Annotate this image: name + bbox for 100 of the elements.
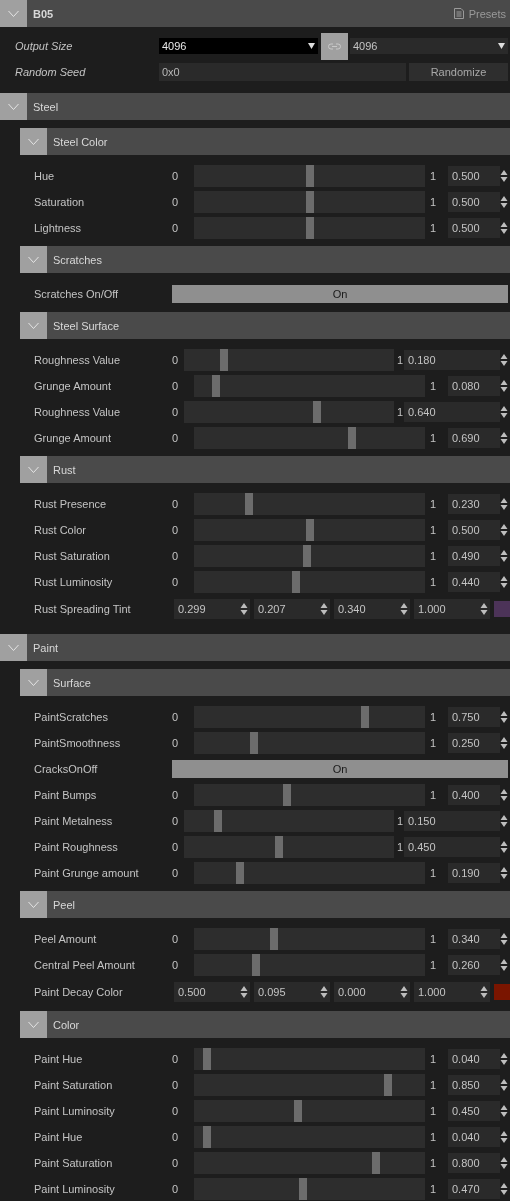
slider-track[interactable] [194, 1048, 425, 1070]
slider-thumb[interactable] [305, 519, 314, 541]
slider-track[interactable] [194, 545, 425, 567]
spinner-icon[interactable] [400, 985, 408, 999]
chevron-down-icon[interactable] [28, 137, 39, 146]
slider-track[interactable] [194, 1100, 425, 1122]
value-field[interactable]: 0.500 [448, 218, 500, 238]
chevron-down-icon[interactable] [28, 900, 39, 909]
slider-thumb[interactable] [292, 571, 301, 593]
slider-thumb[interactable] [202, 1126, 211, 1148]
value-field[interactable]: 0.470 [448, 1179, 500, 1199]
spinner-icon[interactable] [320, 985, 328, 999]
slider-thumb[interactable] [251, 954, 260, 976]
value-field[interactable]: 0.690 [448, 428, 500, 448]
spinner-icon[interactable] [240, 602, 248, 616]
spinner-icon[interactable] [480, 985, 488, 999]
group-header[interactable]: Peel [20, 891, 510, 918]
slider-thumb[interactable] [294, 1100, 303, 1122]
color-swatch[interactable] [494, 601, 510, 617]
slider-thumb[interactable] [245, 493, 254, 515]
value-field[interactable]: 0.450 [404, 837, 500, 857]
slider-thumb[interactable] [313, 401, 322, 423]
slider-thumb[interactable] [298, 1178, 307, 1200]
number-field[interactable]: 1.000 [414, 599, 490, 619]
value-field[interactable]: 0.500 [448, 166, 500, 186]
slider-thumb[interactable] [249, 732, 258, 754]
slider-thumb[interactable] [214, 810, 223, 832]
slider-thumb[interactable] [383, 1074, 392, 1096]
value-field[interactable]: 0.440 [448, 572, 500, 592]
number-field[interactable]: 0.207 [254, 599, 330, 619]
slider-track[interactable] [194, 571, 425, 593]
slider-track[interactable] [184, 401, 394, 423]
toggle-button[interactable]: On [172, 285, 508, 303]
chevron-down-icon[interactable] [8, 9, 19, 18]
slider-thumb[interactable] [303, 545, 312, 567]
number-field[interactable]: 0.299 [174, 599, 250, 619]
group-header[interactable]: Surface [20, 669, 510, 696]
slider-thumb[interactable] [305, 191, 314, 213]
slider-track[interactable] [184, 836, 394, 858]
group-header[interactable]: Steel Surface [20, 312, 510, 339]
group-header[interactable]: Scratches [20, 246, 510, 273]
number-field[interactable]: 0.095 [254, 982, 330, 1002]
value-field[interactable]: 0.180 [404, 350, 500, 370]
slider-track[interactable] [194, 732, 425, 754]
value-field[interactable]: 0.500 [448, 520, 500, 540]
section-header[interactable]: Paint [0, 634, 510, 661]
slider-track[interactable] [194, 1074, 425, 1096]
value-field[interactable]: 0.640 [404, 402, 500, 422]
slider-track[interactable] [194, 191, 425, 213]
spinner-icon[interactable] [240, 985, 248, 999]
chevron-down-icon[interactable] [8, 643, 19, 652]
chevron-down-icon[interactable] [28, 321, 39, 330]
spinner-icon[interactable] [480, 602, 488, 616]
value-field[interactable]: 0.040 [448, 1049, 500, 1069]
chevron-down-icon[interactable] [28, 255, 39, 264]
value-field[interactable]: 0.490 [448, 546, 500, 566]
value-field[interactable]: 0.040 [448, 1127, 500, 1147]
value-field[interactable]: 0.850 [448, 1075, 500, 1095]
value-field[interactable]: 0.150 [404, 811, 500, 831]
value-field[interactable]: 0.800 [448, 1153, 500, 1173]
panel-header[interactable]: B05 Presets [0, 0, 510, 27]
value-field[interactable]: 0.230 [448, 494, 500, 514]
value-field[interactable]: 0.450 [448, 1101, 500, 1121]
slider-track[interactable] [194, 706, 425, 728]
randomize-button[interactable]: Randomize [409, 63, 508, 81]
value-field[interactable]: 0.250 [448, 733, 500, 753]
slider-thumb[interactable] [372, 1152, 381, 1174]
chevron-down-icon[interactable] [28, 1020, 39, 1029]
slider-thumb[interactable] [220, 349, 229, 371]
number-field[interactable]: 0.340 [334, 599, 410, 619]
slider-thumb[interactable] [361, 706, 370, 728]
toggle-button[interactable]: On [172, 760, 508, 778]
value-field[interactable]: 0.500 [448, 192, 500, 212]
number-field[interactable]: 0.500 [174, 982, 250, 1002]
slider-track[interactable] [194, 217, 425, 239]
group-header[interactable]: Rust [20, 456, 510, 483]
group-header[interactable]: Color [20, 1011, 510, 1038]
slider-track[interactable] [194, 784, 425, 806]
value-field[interactable]: 0.190 [448, 863, 500, 883]
slider-track[interactable] [184, 349, 394, 371]
slider-track[interactable] [194, 954, 425, 976]
slider-thumb[interactable] [283, 784, 292, 806]
number-field[interactable]: 1.000 [414, 982, 490, 1002]
value-field[interactable]: 0.260 [448, 955, 500, 975]
slider-track[interactable] [194, 519, 425, 541]
spinner-icon[interactable] [320, 602, 328, 616]
spinner-icon[interactable] [400, 602, 408, 616]
slider-track[interactable] [194, 1152, 425, 1174]
slider-thumb[interactable] [305, 217, 314, 239]
value-field[interactable]: 0.750 [448, 707, 500, 727]
value-field[interactable]: 0.080 [448, 376, 500, 396]
slider-track[interactable] [194, 165, 425, 187]
seed-field[interactable]: 0x0 [159, 63, 406, 81]
slider-thumb[interactable] [236, 862, 245, 884]
value-field[interactable]: 0.400 [448, 785, 500, 805]
group-header[interactable]: Steel Color [20, 128, 510, 155]
section-header[interactable]: Steel [0, 93, 510, 120]
slider-thumb[interactable] [269, 928, 278, 950]
slider-track[interactable] [194, 1126, 425, 1148]
chevron-down-icon[interactable] [28, 465, 39, 474]
